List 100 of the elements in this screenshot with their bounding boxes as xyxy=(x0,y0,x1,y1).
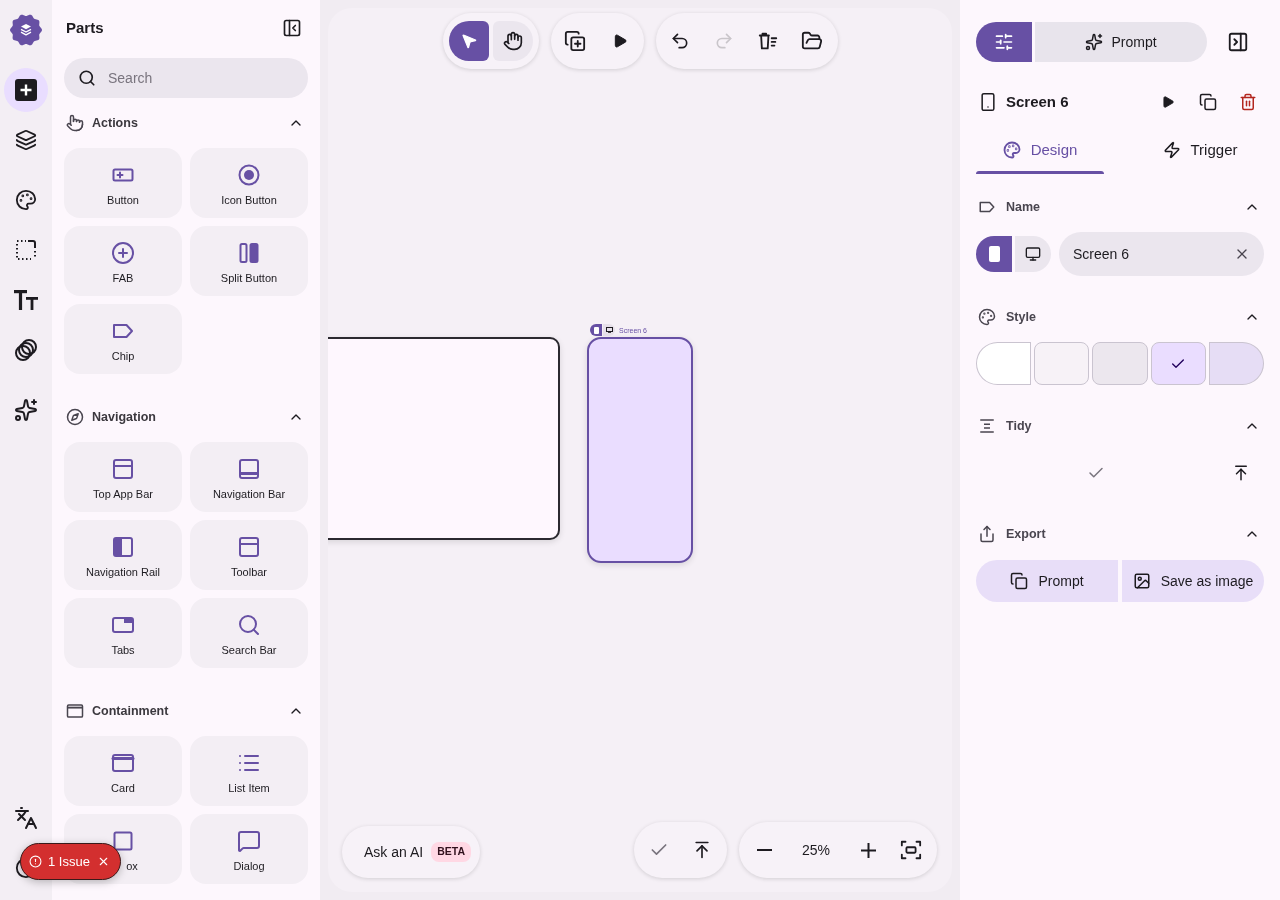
plus-square-icon xyxy=(15,79,37,101)
search-icon xyxy=(78,69,96,87)
color-swatch[interactable] xyxy=(1092,342,1148,385)
screen-title: Screen 6 xyxy=(1006,91,1069,112)
window-top-bar-icon xyxy=(111,457,135,481)
align-center-icon xyxy=(978,417,996,435)
undo-icon xyxy=(669,31,690,51)
image-icon xyxy=(1132,572,1151,590)
prompt-mode-button[interactable]: Prompt xyxy=(1035,22,1207,62)
split-rect-icon xyxy=(237,241,261,265)
phone-toggle[interactable] xyxy=(976,236,1012,272)
name-field[interactable]: Screen 6 xyxy=(1059,232,1264,276)
hand-tool-button[interactable] xyxy=(492,21,533,61)
text-size-icon xyxy=(14,289,38,311)
section-title: Containment xyxy=(92,702,169,720)
part-card[interactable]: Search Bar xyxy=(190,598,308,668)
section-title: Export xyxy=(1006,525,1046,543)
sparkle-icon xyxy=(14,398,38,422)
copy-icon xyxy=(1199,93,1217,111)
stacked-plus-icon xyxy=(563,30,586,52)
part-card[interactable]: List Item xyxy=(190,736,308,806)
part-card[interactable]: Chip xyxy=(64,304,182,374)
arrow-up-to-line-icon xyxy=(692,840,712,860)
phone-outline-icon xyxy=(978,92,998,112)
window-icon xyxy=(66,702,84,720)
logo-icon xyxy=(10,14,42,46)
save-image-button[interactable]: Save as image xyxy=(1122,560,1264,602)
design-mode-button[interactable] xyxy=(976,22,1032,62)
select-tool-button[interactable] xyxy=(448,21,489,61)
card-shape-icon xyxy=(111,751,135,775)
device-chip[interactable] xyxy=(603,324,615,336)
ask-ai-button[interactable]: Ask an AI BETA xyxy=(342,826,480,878)
window-bottom-bar-icon xyxy=(237,457,261,481)
palette-icon xyxy=(15,189,37,211)
section-title: Style xyxy=(1006,308,1036,326)
panel-title: Parts xyxy=(65,17,104,38)
square-icon xyxy=(111,829,135,853)
layers-icon xyxy=(15,129,37,151)
screen-frame[interactable] xyxy=(328,337,560,540)
sliders-icon xyxy=(994,32,1014,52)
share-icon xyxy=(978,525,996,543)
palette-icon xyxy=(978,308,996,326)
trash-icon xyxy=(1239,93,1257,111)
palette-icon xyxy=(1002,141,1021,159)
arrow-up-to-line-icon xyxy=(1232,464,1250,482)
lightning-icon xyxy=(1162,141,1181,159)
section-title: Navigation xyxy=(92,408,156,426)
section-title: Actions xyxy=(92,114,138,132)
dashed-square-icon xyxy=(15,239,37,261)
phone-icon xyxy=(988,246,1000,262)
beta-badge: BETA xyxy=(431,842,471,862)
rail-tab[interactable] xyxy=(4,68,48,112)
issue-toast[interactable]: 1 Issue xyxy=(20,843,121,880)
part-card[interactable]: Card xyxy=(64,736,182,806)
part-card[interactable]: FAB xyxy=(64,226,182,296)
section-title: Tidy xyxy=(1006,417,1032,435)
monitor-icon xyxy=(1025,246,1041,262)
plus-circle-icon xyxy=(111,241,135,265)
part-card[interactable]: Dialog xyxy=(190,814,308,884)
compass-icon xyxy=(66,408,84,426)
search-field[interactable]: Search xyxy=(64,58,308,98)
alert-icon xyxy=(29,855,42,868)
monitor-icon xyxy=(605,327,613,333)
panel-toggle-icon xyxy=(1227,31,1249,53)
part-card[interactable]: Tabs xyxy=(64,598,182,668)
inspector-tab[interactable]: Trigger xyxy=(1136,126,1264,174)
copy-prompt-button[interactable]: Prompt xyxy=(976,560,1118,602)
search-icon xyxy=(237,613,261,637)
copy-icon xyxy=(1010,572,1029,590)
device-chip[interactable] xyxy=(590,324,602,336)
minus-icon xyxy=(756,849,772,851)
play-icon xyxy=(1161,95,1175,109)
part-card[interactable]: Button xyxy=(64,148,182,218)
section-title: Name xyxy=(1006,198,1041,216)
pointer-icon xyxy=(459,32,478,50)
translate-icon xyxy=(14,806,38,830)
desktop-toggle[interactable] xyxy=(1015,236,1051,272)
part-card[interactable]: Top App Bar xyxy=(64,442,182,512)
part-card[interactable]: Navigation Rail xyxy=(64,520,182,590)
window-side-bar-icon xyxy=(111,535,135,559)
color-swatch[interactable] xyxy=(1208,342,1264,385)
radio-dot-icon xyxy=(237,163,261,187)
part-card[interactable]: Navigation Bar xyxy=(190,442,308,512)
color-swatch[interactable] xyxy=(1150,342,1206,385)
sparkle-icon xyxy=(1085,33,1104,51)
fit-screen-icon xyxy=(900,839,922,861)
speech-bubble-icon xyxy=(237,829,261,853)
color-swatch[interactable] xyxy=(1034,342,1090,385)
part-card[interactable]: Toolbar xyxy=(190,520,308,590)
zoom-level: 25% xyxy=(801,840,831,860)
panel-toggle-icon xyxy=(282,18,302,38)
pointer-hand-icon xyxy=(66,114,84,132)
phone-icon xyxy=(593,326,599,334)
color-swatch[interactable] xyxy=(976,342,1032,385)
inspector-tab[interactable]: Design xyxy=(976,126,1104,174)
folder-icon xyxy=(800,30,823,52)
part-card[interactable]: Icon Button xyxy=(190,148,308,218)
trash-lines-icon xyxy=(756,30,779,52)
part-card[interactable]: Split Button xyxy=(190,226,308,296)
hand-icon xyxy=(502,31,523,51)
